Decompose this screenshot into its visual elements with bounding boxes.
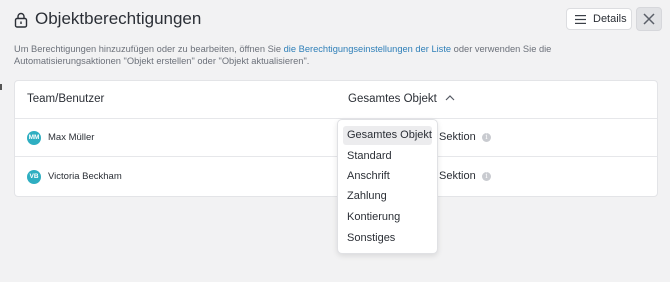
scope-select[interactable]: Gesamtes Objekt: [348, 93, 437, 105]
info-icon[interactable]: i: [482, 133, 491, 142]
dialog-header: Objektberechtigungen Details: [14, 7, 662, 32]
details-button[interactable]: Details: [566, 8, 632, 30]
details-button-label: Details: [593, 13, 627, 25]
close-icon: [643, 13, 655, 25]
table-row[interactable]: MM Max Müller Sektion i: [15, 119, 657, 157]
page-title: Objektberechtigungen: [35, 9, 202, 28]
dropdown-option-sonstiges[interactable]: Sonstiges: [343, 229, 432, 248]
dropdown-option-gesamtes-objekt[interactable]: Gesamtes Objekt: [343, 126, 432, 145]
table-row[interactable]: VB Victoria Beckham Sektion i: [15, 158, 657, 196]
lock-icon: [14, 12, 28, 28]
window-edge: [0, 84, 2, 90]
permissions-settings-link[interactable]: die Berechtigungseinstellungen der Liste: [284, 44, 451, 54]
user-name: Victoria Beckham: [48, 171, 122, 182]
info-icon[interactable]: i: [482, 172, 491, 181]
user-name: Max Müller: [48, 132, 95, 143]
avatar: MM: [27, 131, 41, 145]
scope-dropdown-menu: Gesamtes Objekt Standard Anschrift Zahlu…: [337, 119, 438, 254]
column-header-user: Team/Benutzer: [27, 93, 105, 105]
dropdown-option-kontierung[interactable]: Kontierung: [343, 208, 432, 227]
dropdown-option-zahlung[interactable]: Zahlung: [343, 187, 432, 206]
scope-value[interactable]: Sektion: [439, 170, 476, 182]
scope-value[interactable]: Sektion: [439, 131, 476, 143]
dropdown-option-standard[interactable]: Standard: [343, 147, 432, 166]
close-button[interactable]: [636, 7, 662, 31]
avatar: VB: [27, 170, 41, 184]
description: Um Berechtigungen hinzuzufügen oder zu b…: [14, 43, 574, 67]
dropdown-option-anschrift[interactable]: Anschrift: [343, 167, 432, 186]
table-header: Team/Benutzer Gesamtes Objekt: [15, 81, 657, 119]
menu-icon: [575, 15, 586, 24]
permissions-table: Team/Benutzer Gesamtes Objekt MM Max Mül…: [14, 80, 658, 197]
chevron-up-icon[interactable]: [445, 95, 455, 101]
description-text-before: Um Berechtigungen hinzuzufügen oder zu b…: [14, 44, 284, 54]
